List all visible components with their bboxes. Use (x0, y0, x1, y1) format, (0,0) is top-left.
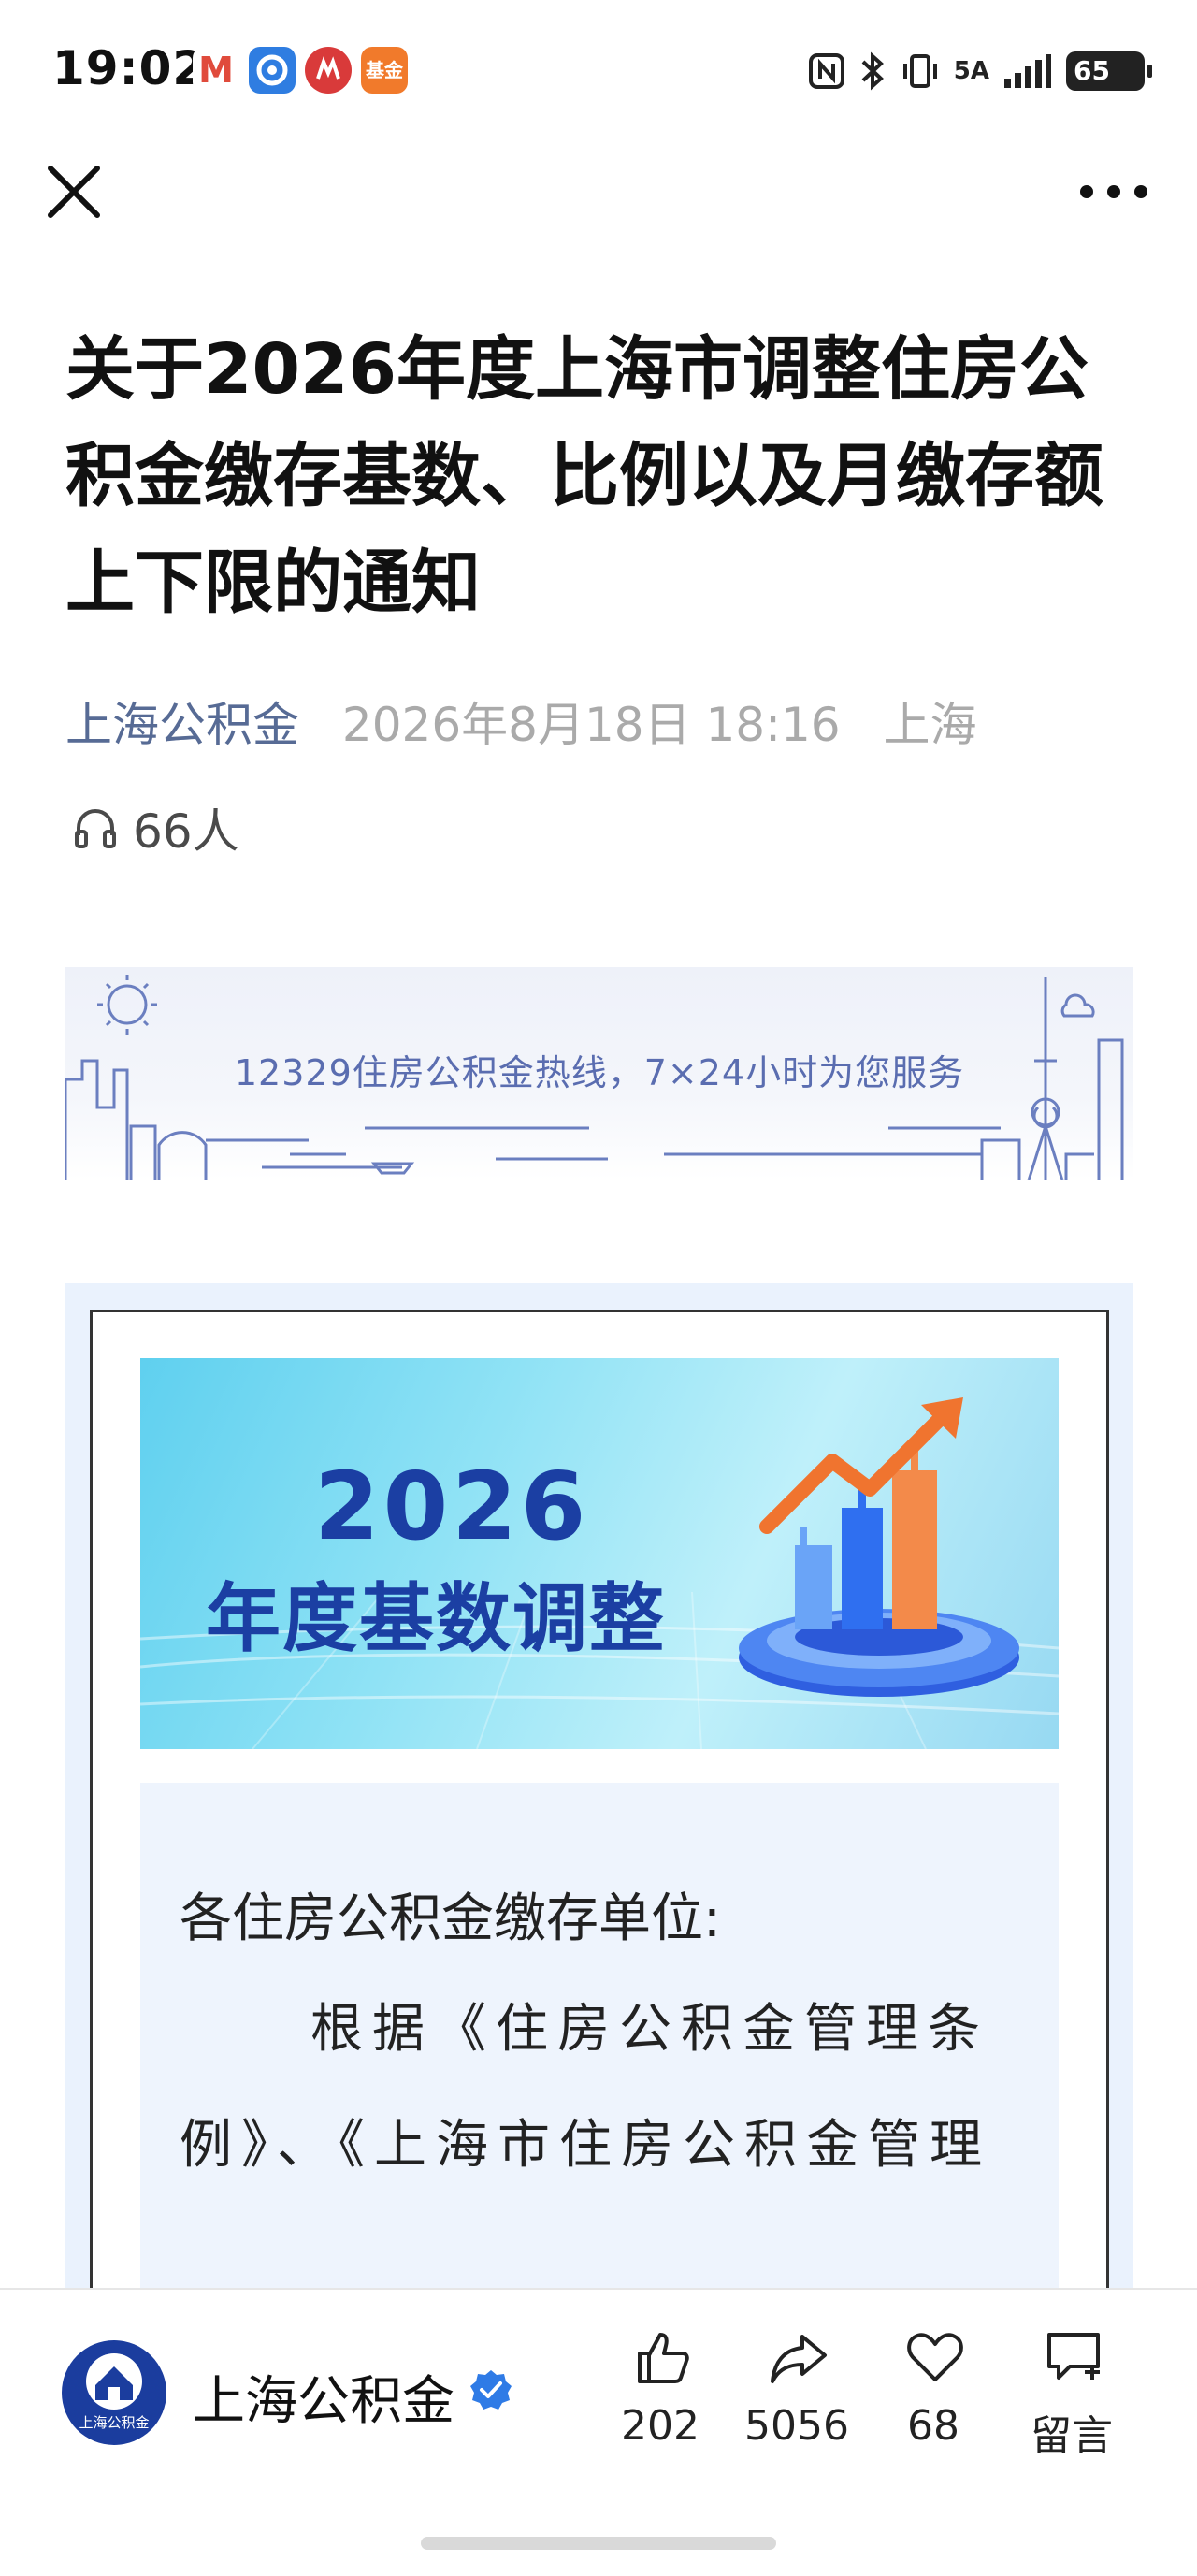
thumbs-up-icon (638, 2333, 689, 2383)
more-dots-icon (1080, 185, 1147, 198)
battery-indicator: 65 (1066, 51, 1152, 91)
article-title: 关于2026年度上海市调整住房公积金缴存基数、比例以及月缴存额上下限的通知 (65, 329, 1103, 623)
promo-year: 2026 (314, 1452, 590, 1561)
hotline-text: 12329住房公积金热线，7×24小时为您服务 (234, 1052, 965, 1093)
like-count: 202 (621, 2402, 699, 2450)
system-indicators: 5A 65 (808, 49, 1152, 94)
favorite-count: 68 (907, 2402, 959, 2450)
nfc-icon (808, 53, 844, 89)
like-button[interactable]: 202 (604, 2327, 716, 2496)
more-button[interactable] (1072, 168, 1156, 215)
browser-icon (249, 47, 296, 94)
status-time: 19:02 (52, 41, 207, 95)
close-icon (48, 166, 100, 218)
bluetooth-icon (861, 51, 884, 91)
letter-body: 各住房公积金缴存单位: 根据《住房公积金管理条例》、《上海市住房公积金管理 (140, 1783, 1059, 2307)
share-icon (771, 2335, 827, 2383)
favorite-button[interactable]: 68 (877, 2327, 989, 2496)
publish-location: 上海 (883, 698, 977, 752)
growth-chart-icon (739, 1397, 1019, 1697)
fund-app-icon: 基金 (361, 47, 408, 94)
account-avatar[interactable]: 上海公积金 (62, 2340, 166, 2445)
author-link[interactable]: 上海公积金 (65, 698, 299, 752)
listen-count[interactable]: 66人 (71, 795, 239, 861)
article-meta: 上海公积金 2026年8月18日 18:16 上海 (65, 692, 1141, 758)
comment-button[interactable]: 留言 (1016, 2327, 1128, 2496)
listener-count: 66人 (133, 804, 239, 859)
letter-salutation: 各住房公积金缴存单位: (180, 1889, 721, 1949)
letter-paragraph: 根据《住房公积金管理条例》、《上海市住房公积金管理 (180, 1999, 991, 2176)
close-button[interactable] (41, 159, 107, 224)
account-name[interactable]: 上海公积金 (193, 2359, 454, 2435)
promo-subtitle: 年度基数调整 (206, 1575, 666, 1662)
network-type: 5A (953, 57, 989, 85)
comment-add-icon (1047, 2333, 1100, 2380)
gmail-icon: M (193, 47, 239, 94)
avatar-label: 上海公积金 (79, 2414, 150, 2431)
home-indicator[interactable] (421, 2537, 776, 2550)
verified-badge-icon (470, 2370, 512, 2410)
vibrate-icon (902, 54, 937, 88)
bottom-action-bar: 上海公积金 上海公积金 202 5056 68 留言 (0, 2288, 1197, 2576)
publish-date: 2026年8月18日 18:16 (341, 698, 841, 752)
share-button[interactable]: 5056 (741, 2327, 853, 2496)
promo-banner: 2026 年度基数调整 (140, 1358, 1059, 1749)
bank-icon (305, 47, 352, 94)
headphones-icon (75, 809, 116, 848)
signal-icon (1004, 54, 1051, 88)
hotline-banner: 12329住房公积金热线，7×24小时为您服务 (65, 967, 1133, 1180)
heart-icon (907, 2333, 963, 2381)
status-bar: 19:02 M 基金 5A 65 (0, 0, 1197, 140)
share-count: 5056 (744, 2402, 849, 2450)
comment-label: 留言 (1031, 2412, 1113, 2460)
